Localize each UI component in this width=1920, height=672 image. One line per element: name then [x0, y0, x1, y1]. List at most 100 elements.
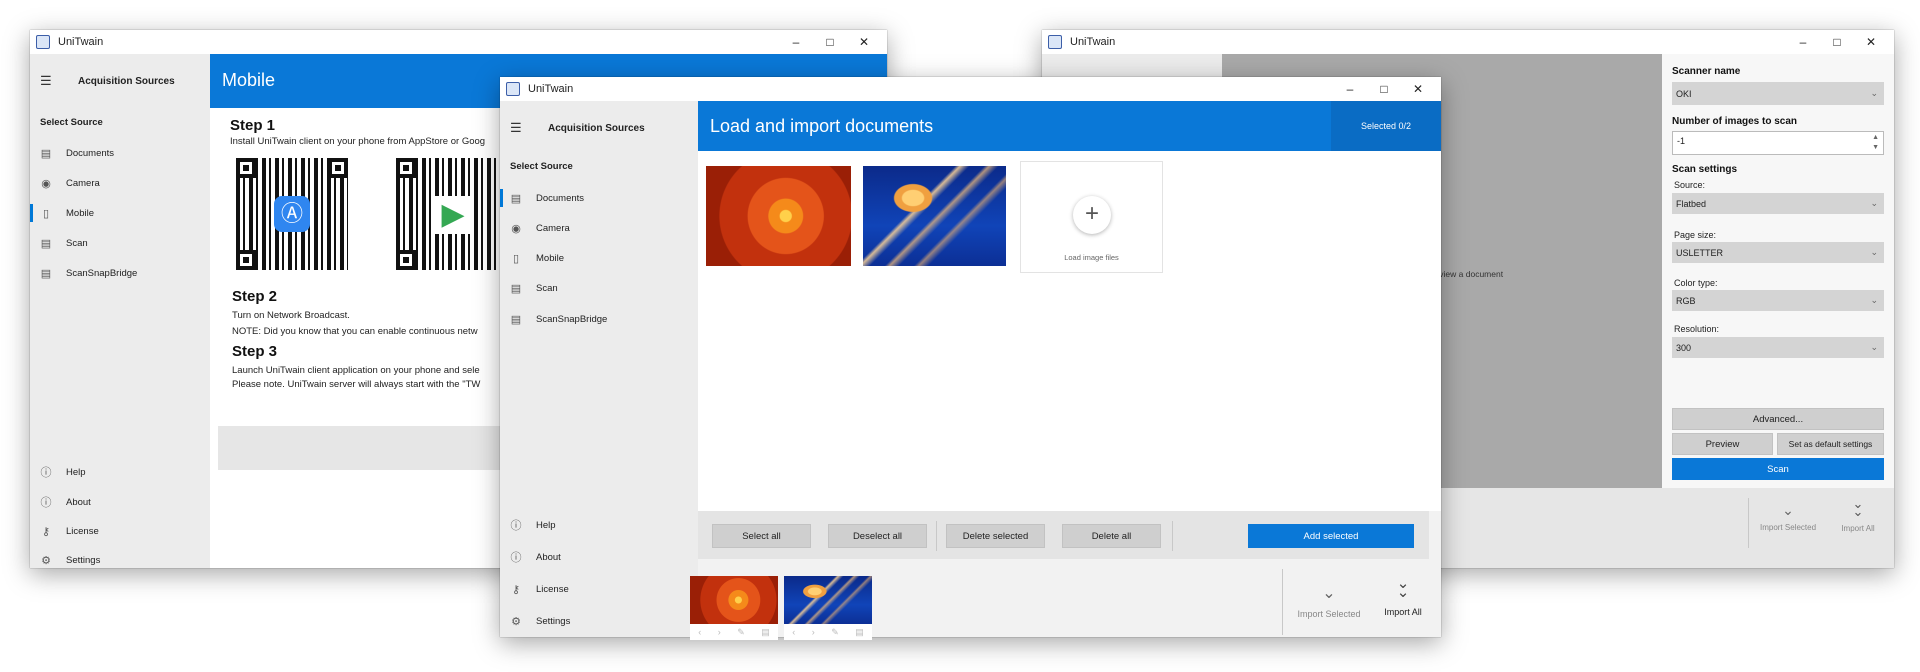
select-all-button[interactable]: Select all [712, 524, 811, 548]
chevron-down-icon: ⌄ [1870, 247, 1878, 257]
sidebar-item-scansnapbridge[interactable]: ▤ ScanSnapBridge [30, 262, 210, 284]
sidebar: ☰ Acquisition Sources Select Source ▤ Doc… [500, 101, 698, 637]
sidebar-item-help[interactable]: ⓘ Help [30, 461, 210, 483]
gear-icon: ⚙ [41, 554, 51, 567]
maximize-icon[interactable]: □ [1367, 82, 1401, 96]
divider [936, 521, 937, 551]
page-size-label: Page size: [1674, 230, 1717, 240]
chevron-left-icon[interactable]: ‹ [792, 627, 795, 637]
scanner-name-select[interactable]: OKI ⌄ [1672, 82, 1884, 105]
title-bar[interactable]: UniTwain – □ ✕ [30, 30, 887, 54]
add-selected-button[interactable]: Add selected [1248, 524, 1414, 548]
chevron-right-icon[interactable]: › [718, 627, 721, 637]
sidebar-item-mobile[interactable]: ▯ Mobile [500, 247, 698, 269]
sidebar-item-license[interactable]: ⚷ License [30, 520, 210, 542]
delete-all-button[interactable]: Delete all [1062, 524, 1161, 548]
maximize-icon[interactable]: □ [1820, 35, 1854, 49]
deselect-all-button[interactable]: Deselect all [828, 524, 927, 548]
sidebar-item-settings[interactable]: ⚙ Settings [30, 549, 210, 571]
image-thumbnail-jellyfish[interactable] [863, 166, 1006, 266]
sidebar-item-settings[interactable]: ⚙ Settings [500, 610, 698, 632]
phone-icon: ▯ [512, 252, 520, 265]
close-icon[interactable]: ✕ [1401, 82, 1435, 96]
divider [1282, 569, 1283, 635]
import-selected-button[interactable]: ⌄ Import Selected [1289, 583, 1369, 619]
window-title: UniTwain [528, 83, 574, 95]
chevron-right-icon[interactable]: › [812, 627, 815, 637]
sidebar-item-help[interactable]: ⓘ Help [500, 514, 698, 536]
maximize-icon[interactable]: □ [813, 35, 847, 49]
chevron-left-icon[interactable]: ‹ [698, 627, 701, 637]
sidebar-item-camera[interactable]: ◉ Camera [30, 172, 210, 194]
selected-count-badge: Selected 0/2 [1331, 101, 1441, 151]
double-chevron-down-icon: ⌄ ⌄ [1852, 496, 1864, 519]
title-bar[interactable]: UniTwain – □ ✕ [1042, 30, 1894, 54]
minimize-icon[interactable]: – [1333, 82, 1367, 96]
sidebar-item-documents[interactable]: ▤ Documents [30, 142, 210, 164]
strip-thumb-jellyfish[interactable]: ‹ › ✎ ▤ [784, 576, 872, 640]
double-chevron-down-icon: ⌄ ⌄ [1396, 575, 1410, 601]
page-size-select[interactable]: USLETTER ⌄ [1672, 242, 1884, 263]
close-icon[interactable]: ✕ [847, 35, 881, 49]
resolution-label: Resolution: [1674, 324, 1720, 334]
action-bar: Select all Deselect all Delete selected … [698, 511, 1429, 559]
sidebar-item-camera[interactable]: ◉ Camera [500, 217, 698, 239]
title-bar[interactable]: UniTwain – □ ✕ [500, 77, 1441, 101]
info-icon: ⓘ [40, 497, 52, 509]
import-all-button[interactable]: ⌄ ⌄ Import All [1372, 575, 1434, 617]
key-icon: ⚷ [41, 525, 51, 538]
source-select[interactable]: Flatbed ⌄ [1672, 193, 1884, 214]
bottom-strip: ‹ › ✎ ▤ ‹ › ✎ ▤ ⌄ Import Selected ⌄ ⌄ Import Al… [690, 559, 1441, 640]
phone-icon: ▯ [42, 207, 50, 220]
minimize-icon[interactable]: – [1786, 35, 1820, 49]
step3-text-1: Launch UniTwain client application on yo… [232, 365, 480, 376]
preview-button[interactable]: Preview [1672, 433, 1773, 455]
import-all-button[interactable]: ⌄ ⌄ Import All [1830, 496, 1886, 533]
thumb-controls: ‹ › ✎ ▤ [690, 624, 778, 640]
load-header: Load and import documents Selected 0/2 [698, 101, 1441, 151]
trash-icon[interactable]: ▤ [761, 627, 770, 638]
divider [1172, 521, 1173, 551]
sidebar-item-about[interactable]: ⓘ About [500, 546, 698, 568]
import-selected-button[interactable]: ⌄ Import Selected [1752, 502, 1824, 532]
trash-icon[interactable]: ▤ [855, 627, 864, 638]
advanced-button[interactable]: Advanced... [1672, 408, 1884, 430]
key-icon: ⚷ [511, 583, 521, 596]
scanner-icon: ▤ [510, 313, 522, 326]
color-type-select[interactable]: RGB ⌄ [1672, 290, 1884, 311]
delete-selected-button[interactable]: Delete selected [946, 524, 1045, 548]
scan-settings-label: Scan settings [1672, 164, 1738, 175]
gear-icon: ⚙ [511, 615, 521, 628]
edit-icon[interactable]: ✎ [737, 627, 745, 638]
sidebar-item-license[interactable]: ⚷ License [500, 578, 698, 600]
scanner-name-label: Scanner name [1672, 66, 1741, 77]
scan-button[interactable]: Scan [1672, 458, 1884, 480]
thumb-controls: ‹ › ✎ ▤ [784, 624, 872, 640]
sidebar-item-scan[interactable]: ▤ Scan [500, 277, 698, 299]
num-images-input[interactable]: -1 ▲ ▼ [1672, 131, 1884, 155]
hamburger-menu-icon[interactable]: ☰ [40, 73, 60, 89]
hamburger-menu-icon[interactable]: ☰ [510, 120, 530, 136]
edit-icon[interactable]: ✎ [831, 627, 839, 638]
close-icon[interactable]: ✕ [1854, 35, 1888, 49]
sidebar-item-scansnapbridge[interactable]: ▤ ScanSnapBridge [500, 308, 698, 330]
mobile-action-bar [218, 426, 518, 470]
sidebar-item-about[interactable]: ⓘ About [30, 491, 210, 513]
step3-title: Step 3 [232, 343, 278, 360]
googleplay-qr-code: ▶ [396, 158, 508, 270]
sidebar-item-documents[interactable]: ▤ Documents [500, 187, 698, 209]
minimize-icon[interactable]: – [779, 35, 813, 49]
camera-icon: ◉ [511, 222, 521, 235]
step2-text-1: Turn on Network Broadcast. [232, 310, 350, 321]
select-source-heading: Select Source [40, 117, 103, 128]
resolution-select[interactable]: 300 ⌄ [1672, 337, 1884, 358]
image-thumbnail-flower[interactable] [706, 166, 851, 266]
app-icon [36, 35, 50, 49]
set-default-button[interactable]: Set as default settings [1777, 433, 1884, 455]
spinner-icon[interactable]: ▲ ▼ [1872, 133, 1879, 153]
load-image-files-tile[interactable]: + Load image files [1020, 161, 1163, 273]
sidebar-item-mobile[interactable]: ▯ Mobile [30, 202, 210, 224]
sidebar-item-scan[interactable]: ▤ Scan [30, 232, 210, 254]
strip-thumb-flower[interactable]: ‹ › ✎ ▤ [690, 576, 778, 640]
sidebar: ☰ Acquisition Sources Select Source ▤ Doc… [30, 54, 210, 568]
